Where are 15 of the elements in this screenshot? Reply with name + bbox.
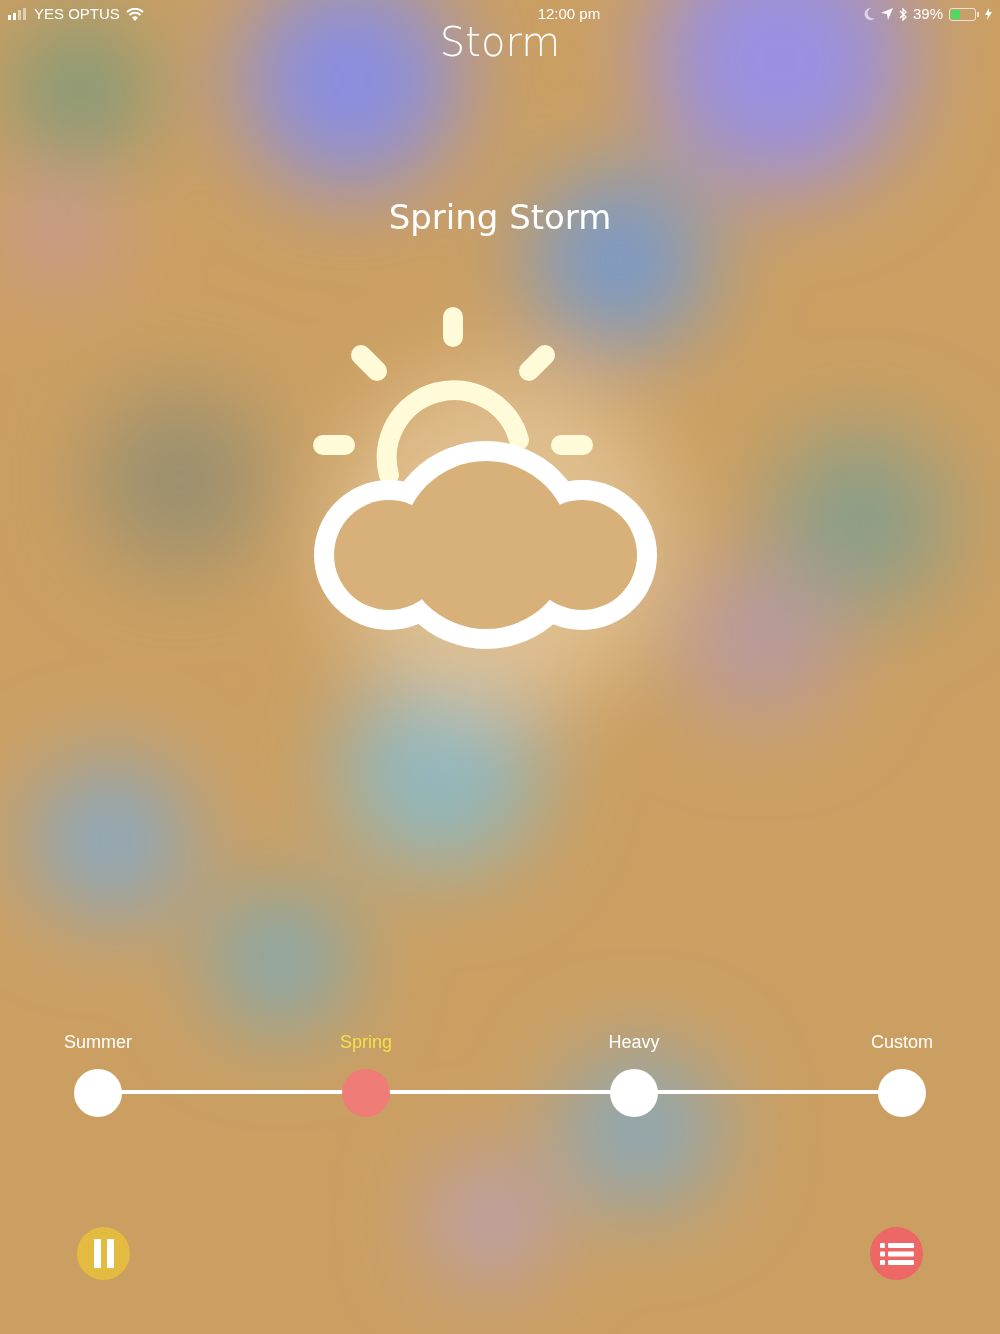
carrier-name: YES OPTUS <box>34 3 120 24</box>
moon-icon <box>863 8 875 20</box>
preset-label: Spring <box>340 1031 392 1053</box>
preset-label: Summer <box>64 1031 132 1053</box>
signal-icon <box>8 8 28 20</box>
location-arrow-icon <box>880 8 893 20</box>
charging-bolt-icon <box>985 8 992 20</box>
preset-label: Heavy <box>608 1031 660 1053</box>
wifi-icon <box>125 7 144 21</box>
bluetooth-icon <box>898 7 907 21</box>
list-icon <box>879 1242 914 1265</box>
battery-icon <box>949 7 979 21</box>
preset-label: Custom <box>871 1031 933 1053</box>
preset-name: Spring Storm <box>388 196 612 239</box>
battery-percent: 39% <box>912 3 943 24</box>
